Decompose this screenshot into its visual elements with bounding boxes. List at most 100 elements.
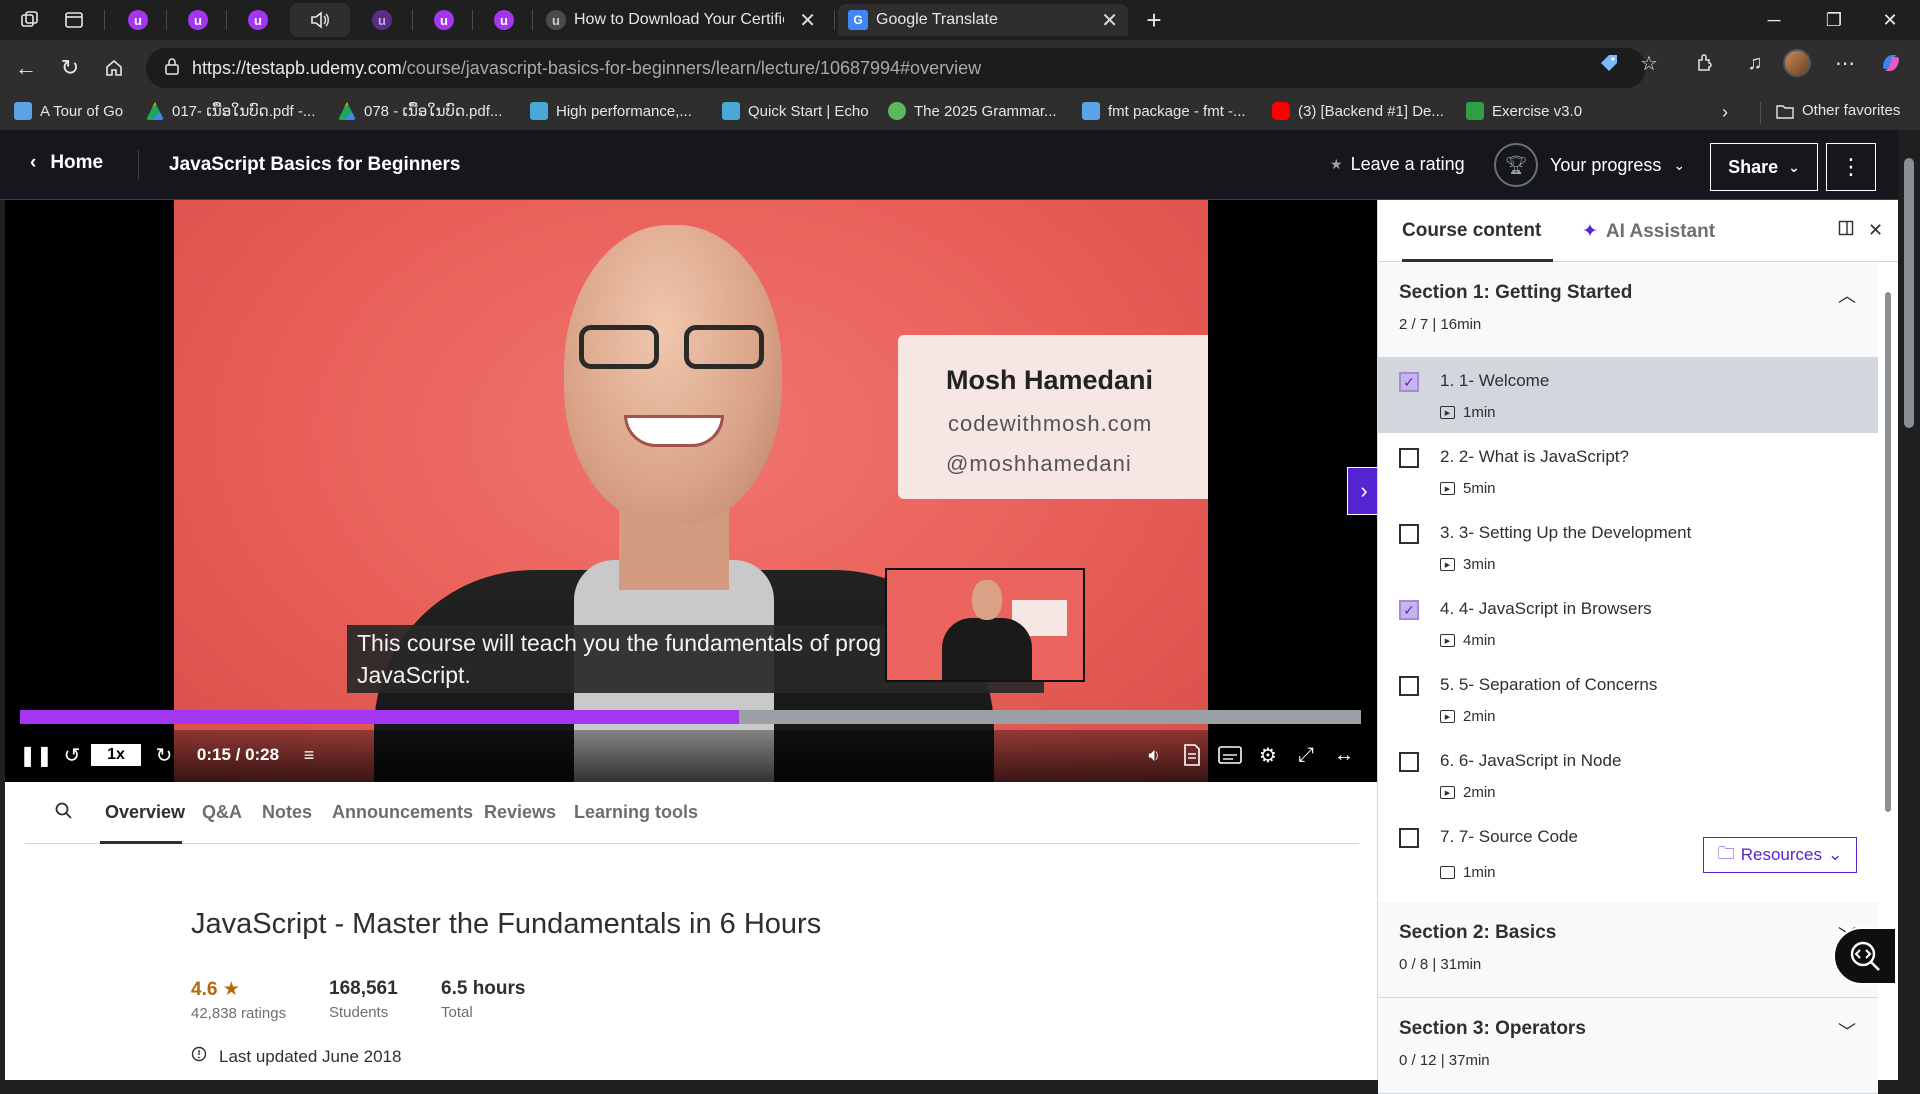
transcript-icon[interactable] bbox=[1177, 740, 1207, 770]
lecture-checkbox[interactable] bbox=[1399, 752, 1419, 772]
progress-button[interactable]: 🏆︎ Your progress ⌄ bbox=[1494, 143, 1685, 187]
lecture-checkbox[interactable] bbox=[1399, 524, 1419, 544]
close-sidebar-icon[interactable]: ✕ bbox=[1868, 220, 1883, 241]
back-icon[interactable]: ← bbox=[8, 50, 44, 86]
tab-qa[interactable]: Q&A bbox=[202, 802, 242, 823]
lecture-item[interactable]: ✓ 4. 4- JavaScript in Browsers ▶ 4min bbox=[1378, 586, 1878, 661]
bookmark-item[interactable]: Exercise v3.0 bbox=[1466, 102, 1582, 120]
lecture-checkbox[interactable]: ✓ bbox=[1399, 372, 1419, 392]
lecture-checkbox[interactable]: ✓ bbox=[1399, 600, 1419, 620]
other-favorites-label: Other favorites bbox=[1802, 102, 1901, 119]
udemy-tab-5[interactable]: u bbox=[430, 6, 458, 34]
students-label: Students bbox=[329, 1004, 389, 1021]
close-tab-icon[interactable]: ✕ bbox=[1101, 8, 1118, 33]
dock-panel-icon[interactable] bbox=[1838, 220, 1854, 241]
share-button[interactable]: Share ⌄ bbox=[1710, 143, 1818, 191]
profile-avatar[interactable] bbox=[1782, 48, 1812, 78]
tab-certificate[interactable]: u How to Download Your Certificate ✕ bbox=[536, 4, 826, 36]
bookmark-item[interactable]: A Tour of Go bbox=[14, 102, 123, 120]
udemy-tab-3[interactable]: u bbox=[244, 6, 272, 34]
bookmark-item[interactable]: (3) [Backend #1] De... bbox=[1272, 102, 1444, 120]
bookmark-item[interactable]: fmt package - fmt -... bbox=[1082, 102, 1246, 120]
tab-announcements[interactable]: Announcements bbox=[332, 802, 473, 823]
tab-learning-tools[interactable]: Learning tools bbox=[574, 802, 698, 823]
lecture-checkbox[interactable] bbox=[1399, 676, 1419, 696]
new-tab-icon[interactable]: + bbox=[1140, 5, 1168, 35]
bookmark-item[interactable]: 078 - ເນື້ອໃນບົດ.pdf... bbox=[338, 102, 502, 120]
progress-scrubber[interactable] bbox=[20, 710, 1361, 724]
rating-stat: 4.6 ★ 42,838 ratings bbox=[191, 978, 286, 1022]
udemy-favicon-icon: u bbox=[248, 10, 268, 30]
lecture-checkbox[interactable] bbox=[1399, 448, 1419, 468]
rewind-icon[interactable]: ↺ bbox=[57, 740, 87, 770]
bookmark-item[interactable]: Quick Start | Echo bbox=[722, 102, 869, 120]
udemy-tab-2[interactable]: u bbox=[184, 6, 212, 34]
udemy-tab-6[interactable]: u bbox=[490, 6, 518, 34]
bookmark-item[interactable]: 017- ເນື້ອໃນບົດ.pdf -... bbox=[146, 102, 315, 120]
section-title: Section 2: Basics bbox=[1399, 922, 1557, 943]
media-control-icon[interactable]: ♫ bbox=[1740, 48, 1770, 78]
udemy-tab-1[interactable]: u bbox=[124, 6, 152, 34]
site-info-icon[interactable] bbox=[164, 57, 180, 80]
star-icon: ★ bbox=[1330, 156, 1343, 172]
lecture-item[interactable]: 3. 3- Setting Up the Development ▶ 3min bbox=[1378, 510, 1878, 585]
settings-more-icon[interactable]: ⋯ bbox=[1830, 48, 1860, 78]
fullscreen-icon[interactable]: ⤢ bbox=[1291, 740, 1321, 770]
add-note-icon[interactable]: ≡ bbox=[295, 740, 323, 770]
lecture-item[interactable]: 6. 6- JavaScript in Node ▶ 2min bbox=[1378, 738, 1878, 813]
resources-button[interactable]: 🗀 Resources ⌄ bbox=[1703, 837, 1857, 873]
home-link[interactable]: ‹ Home bbox=[30, 152, 103, 174]
playback-speed-button[interactable]: 1x bbox=[91, 744, 141, 766]
next-lecture-button[interactable]: › bbox=[1347, 467, 1377, 515]
thumbnail-figure bbox=[942, 618, 1032, 680]
section-header[interactable]: Section 2: Basics 0 / 8 | 31min ﹀ bbox=[1378, 902, 1878, 998]
search-icon[interactable] bbox=[55, 802, 73, 825]
tab-google-translate[interactable]: G Google Translate ✕ bbox=[838, 4, 1128, 36]
leave-rating-button[interactable]: ★ Leave a rating bbox=[1330, 154, 1465, 175]
address-bar[interactable]: https://testapb.udemy.com/course/javascr… bbox=[146, 48, 1646, 88]
tab-ai-assistant[interactable]: ✦ AI Assistant bbox=[1582, 220, 1715, 243]
course-title[interactable]: JavaScript Basics for Beginners bbox=[169, 154, 460, 176]
bookmark-item[interactable]: The 2025 Grammar... bbox=[888, 102, 1057, 120]
forward-icon[interactable]: ↻ bbox=[149, 740, 179, 770]
captions-icon[interactable] bbox=[1215, 740, 1245, 770]
restore-icon[interactable]: ❐ bbox=[1806, 0, 1862, 40]
bookmarks-overflow-icon[interactable]: › bbox=[1722, 102, 1728, 123]
page-scrollbar[interactable] bbox=[1898, 130, 1920, 1080]
workspaces-icon[interactable] bbox=[16, 6, 44, 34]
settings-gear-icon[interactable]: ⚙︎ bbox=[1253, 740, 1283, 770]
refresh-icon[interactable]: ↻ bbox=[52, 50, 88, 86]
scrollbar-thumb[interactable] bbox=[1885, 292, 1891, 812]
lecture-item[interactable]: ✓ 1. 1- Welcome ▶ 1min bbox=[1378, 358, 1878, 433]
extensions-icon[interactable] bbox=[1690, 48, 1720, 78]
expand-width-icon[interactable]: ↔ bbox=[1329, 740, 1359, 770]
section-header[interactable]: Section 1: Getting Started 2 / 7 | 16min… bbox=[1378, 262, 1878, 358]
tab-separator bbox=[532, 10, 533, 30]
home-icon[interactable] bbox=[96, 50, 132, 86]
close-window-icon[interactable]: ✕ bbox=[1862, 0, 1918, 40]
minimize-icon[interactable]: ─ bbox=[1746, 0, 1802, 40]
tab-actions-icon[interactable] bbox=[60, 6, 88, 34]
volume-icon[interactable]: 🔉︎ bbox=[1139, 740, 1169, 770]
other-favorites[interactable]: Other favorites bbox=[1776, 102, 1900, 119]
coupon-tag-icon[interactable] bbox=[1594, 48, 1624, 78]
audio-playing-tab[interactable] bbox=[290, 3, 350, 37]
more-options-button[interactable]: ⋮ bbox=[1826, 143, 1876, 191]
scrollbar-thumb[interactable] bbox=[1904, 158, 1914, 428]
tab-course-content[interactable]: Course content bbox=[1402, 220, 1541, 242]
lecture-item[interactable]: 7. 7- Source Code 1min 🗀 Resources ⌄ bbox=[1378, 814, 1878, 900]
copilot-icon[interactable] bbox=[1876, 48, 1906, 78]
tab-reviews[interactable]: Reviews bbox=[484, 802, 556, 823]
video-player[interactable]: Mosh Hamedani codewithmosh.com @moshhame… bbox=[5, 200, 1377, 782]
favorite-star-icon[interactable]: ☆ bbox=[1634, 48, 1664, 78]
bookmark-item[interactable]: High performance,... bbox=[530, 102, 692, 120]
lecture-item[interactable]: 5. 5- Separation of Concerns ▶ 2min bbox=[1378, 662, 1878, 737]
close-tab-icon[interactable]: ✕ bbox=[799, 8, 816, 33]
pause-icon[interactable]: ❚❚ bbox=[19, 740, 53, 770]
tab-overview[interactable]: Overview bbox=[105, 802, 185, 823]
lecture-item[interactable]: 2. 2- What is JavaScript? ▶ 5min bbox=[1378, 434, 1878, 509]
code-viewer-button[interactable] bbox=[1833, 927, 1897, 985]
udemy-tab-4[interactable]: u bbox=[368, 6, 396, 34]
lecture-checkbox[interactable] bbox=[1399, 828, 1419, 848]
tab-notes[interactable]: Notes bbox=[262, 802, 312, 823]
